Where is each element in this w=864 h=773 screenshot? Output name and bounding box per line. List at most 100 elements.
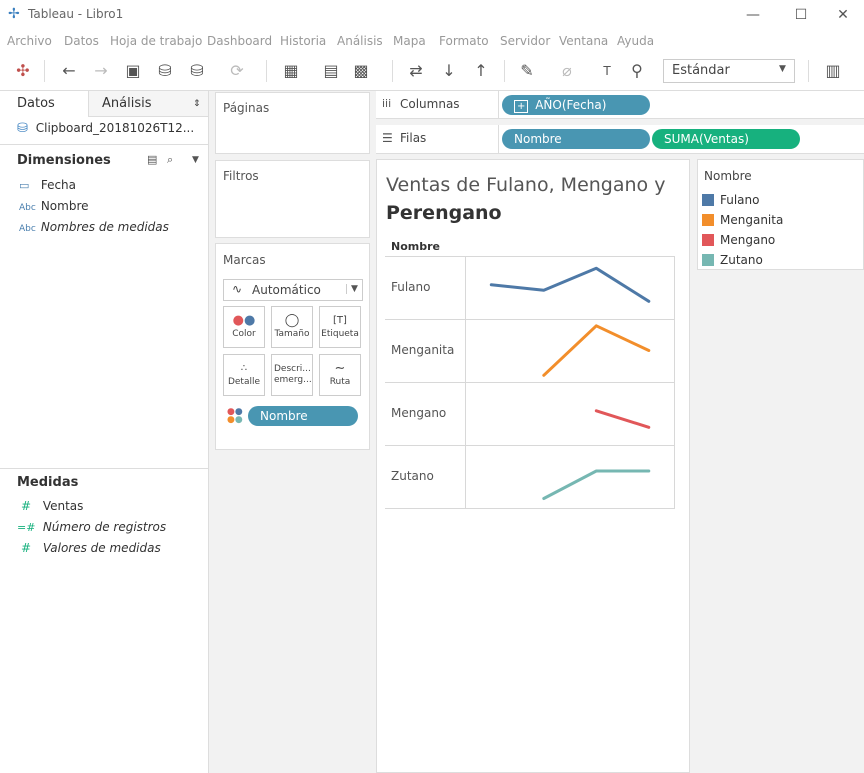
show-labels-icon[interactable]: T bbox=[596, 60, 618, 82]
field-label: Número de registros bbox=[42, 520, 167, 534]
rows-pill-nombre[interactable]: Nombre bbox=[502, 129, 650, 149]
minimize-button[interactable]: — bbox=[738, 4, 768, 26]
pages-card[interactable]: Páginas bbox=[215, 92, 370, 154]
menu-dashboard[interactable]: Dashboard bbox=[207, 34, 272, 48]
field-nombre[interactable]: Abc Nombre bbox=[19, 199, 89, 213]
menu-analisis[interactable]: Análisis bbox=[337, 34, 383, 48]
menu-servidor[interactable]: Servidor bbox=[500, 34, 550, 48]
size-label: Tamaño bbox=[274, 329, 310, 339]
datasource-item[interactable]: ⛁ Clipboard_20181026T12... bbox=[17, 121, 207, 136]
divider bbox=[0, 144, 208, 145]
legend-label: Fulano bbox=[720, 193, 760, 207]
color-dots-icon: ●● ●● bbox=[227, 407, 243, 425]
sort-descending-icon[interactable]: ↑ bbox=[470, 60, 492, 82]
toolbar-separator bbox=[392, 60, 393, 82]
maximize-button[interactable]: ☐ bbox=[786, 4, 816, 26]
worksheet-view: Ventas de Fulano, Mengano y Perengano No… bbox=[376, 159, 690, 773]
sort-ascending-icon[interactable]: ↓ bbox=[438, 60, 460, 82]
pages-title: Páginas bbox=[223, 101, 270, 115]
pause-updates-icon[interactable]: ⛁ bbox=[186, 60, 208, 82]
toolbar-separator bbox=[266, 60, 267, 82]
filters-title: Filtros bbox=[223, 169, 259, 183]
search-icon[interactable]: ⌕ bbox=[167, 153, 173, 167]
tableau-logo-icon: ✢ bbox=[8, 6, 20, 22]
save-icon[interactable]: ▣ bbox=[122, 60, 144, 82]
series-line-mengano bbox=[594, 409, 651, 429]
swap-axes-icon[interactable]: ⇄ bbox=[405, 60, 427, 82]
menu-ventana[interactable]: Ventana bbox=[559, 34, 608, 48]
color-button[interactable]: ●● Color bbox=[223, 306, 265, 348]
size-button[interactable]: ◯ Tamaño bbox=[271, 306, 313, 348]
expand-plus-icon: + bbox=[514, 100, 529, 113]
new-worksheet-icon[interactable]: ▦ bbox=[280, 60, 302, 82]
columns-pill-ano-fecha[interactable]: + AÑO(Fecha) bbox=[502, 95, 650, 115]
redo-icon[interactable]: → bbox=[90, 60, 112, 82]
menu-hoja-de-trabajo[interactable]: Hoja de trabajo bbox=[110, 34, 202, 48]
undo-icon[interactable]: ← bbox=[58, 60, 80, 82]
label-button[interactable]: [T] Etiqueta bbox=[319, 306, 361, 348]
new-datasource-icon[interactable]: ⛁ bbox=[154, 60, 176, 82]
menu-datos[interactable]: Datos bbox=[64, 34, 99, 48]
menu-formato[interactable]: Formato bbox=[439, 34, 489, 48]
filters-card[interactable]: Filtros bbox=[215, 160, 370, 238]
list-view-icon[interactable]: ▤ bbox=[147, 153, 157, 166]
measures-title: Medidas bbox=[17, 475, 79, 490]
field-fecha[interactable]: ▭ Fecha bbox=[19, 178, 76, 192]
path-button[interactable]: ∼ Ruta bbox=[319, 354, 361, 396]
worksheet-title-line2: Perengano bbox=[386, 202, 502, 224]
columns-shelf: iii Columnas + AÑO(Fecha) bbox=[376, 91, 864, 119]
row-label-zutano: Zutano bbox=[391, 469, 434, 483]
detail-button[interactable]: ∴ Detalle bbox=[223, 354, 265, 396]
color-label: Color bbox=[232, 329, 256, 339]
mark-pill-nombre[interactable]: Nombre bbox=[248, 406, 358, 426]
pin-axes-icon[interactable]: ⚲ bbox=[626, 60, 648, 82]
datasource-icon: ⛁ bbox=[17, 121, 28, 136]
path-label: Ruta bbox=[329, 377, 351, 387]
mark-type-value: Automático bbox=[252, 283, 321, 297]
clear-sheet-icon[interactable]: ▩ bbox=[350, 60, 372, 82]
fit-select-value: Estándar bbox=[672, 63, 730, 78]
mark-type-select[interactable]: ∿ Automático ▼ bbox=[223, 279, 363, 301]
chevron-down-icon: ▼ bbox=[346, 284, 358, 294]
detail-dots-icon: ∴ bbox=[240, 363, 248, 374]
legend-swatch bbox=[702, 234, 714, 246]
field-label: Ventas bbox=[42, 499, 84, 513]
string-icon: Abc bbox=[19, 224, 36, 234]
tab-analisis[interactable]: Análisis ⇕ bbox=[88, 91, 208, 117]
menu-archivo[interactable]: Archivo bbox=[7, 34, 52, 48]
close-button[interactable]: ✕ bbox=[828, 4, 858, 26]
menu-ayuda[interactable]: Ayuda bbox=[617, 34, 654, 48]
field-numero-de-registros[interactable]: =# Número de registros bbox=[17, 520, 166, 534]
menu-mapa[interactable]: Mapa bbox=[393, 34, 426, 48]
legend-label: Zutano bbox=[720, 253, 763, 267]
calendar-icon: ▭ bbox=[19, 179, 30, 192]
tab-datos[interactable]: Datos bbox=[0, 91, 88, 119]
columns-pill-label: AÑO(Fecha) bbox=[535, 98, 607, 112]
fit-select[interactable]: Estándar ▼ bbox=[663, 59, 795, 83]
calculated-measure-icon: =# bbox=[17, 521, 36, 534]
divider bbox=[0, 468, 208, 469]
legend-swatch bbox=[702, 214, 714, 226]
duplicate-sheet-icon[interactable]: ▤ bbox=[320, 60, 342, 82]
rows-pill-suma-ventas[interactable]: SUMA(Ventas) bbox=[652, 129, 800, 149]
legend-swatch bbox=[702, 194, 714, 206]
field-ventas[interactable]: # Ventas bbox=[21, 499, 83, 513]
group-members-icon[interactable]: ⌀ bbox=[556, 60, 578, 82]
menu-bar: Archivo Datos Hoja de trabajo Dashboard … bbox=[0, 30, 864, 52]
highlight-icon[interactable]: ✎ bbox=[516, 60, 538, 82]
refresh-icon[interactable]: ⟳ bbox=[226, 60, 248, 82]
window-title: Tableau - Libro1 bbox=[28, 7, 124, 21]
field-valores-de-medidas[interactable]: # Valores de medidas bbox=[21, 541, 161, 555]
color-legend: Nombre Fulano Menganita Mengano Zutano bbox=[697, 159, 864, 270]
show-me-icon[interactable]: ▥ bbox=[822, 60, 844, 82]
field-nombres-de-medidas[interactable]: Abc Nombres de medidas bbox=[19, 220, 169, 234]
measure-icon: # bbox=[21, 499, 32, 513]
tooltip-button[interactable]: Descri... emerg... bbox=[271, 354, 313, 396]
marks-card: Marcas ∿ Automático ▼ ●● Color ◯ Tamaño … bbox=[215, 243, 370, 450]
toolbar-separator bbox=[808, 60, 809, 82]
tableau-home-icon[interactable]: ✣ bbox=[12, 60, 34, 82]
dimensions-menu-icon[interactable]: ▼ bbox=[192, 155, 199, 165]
menu-historia[interactable]: Historia bbox=[280, 34, 326, 48]
label-label: Etiqueta bbox=[321, 329, 359, 339]
columns-icon: iii bbox=[382, 97, 392, 110]
